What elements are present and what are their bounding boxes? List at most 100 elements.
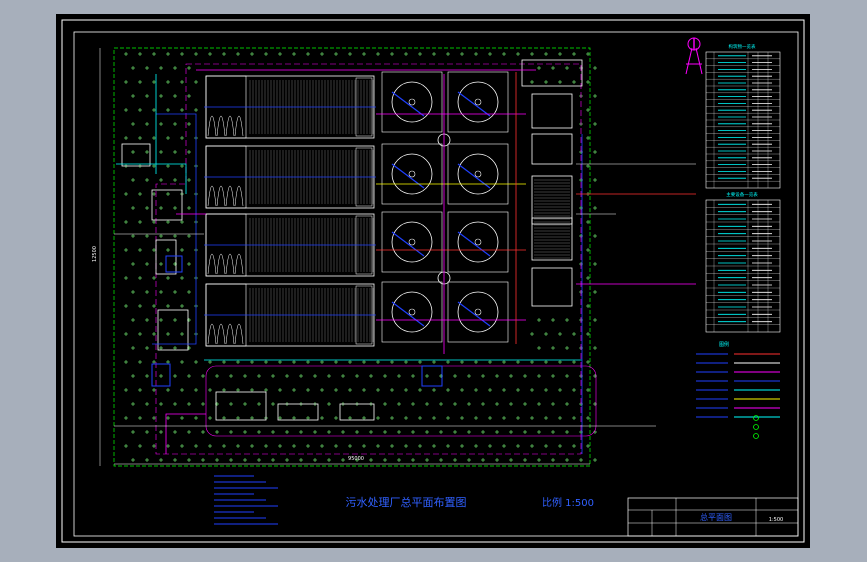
tree-icon (180, 248, 184, 252)
tree-icon (537, 318, 541, 322)
dimension-lines: 95000 12500 (92, 48, 590, 466)
drawing-canvas[interactable]: 95000 12500 构筑物一览表 主要设备一览表 图例 污水处理厂总平面布置… (56, 14, 810, 548)
tree-icon (467, 458, 471, 462)
tree-icon (586, 80, 590, 84)
tree-icon (159, 318, 163, 322)
tree-icon (145, 66, 149, 70)
tree-icon (138, 136, 142, 140)
tree-icon (166, 304, 170, 308)
tree-icon (145, 234, 149, 238)
tree-icon (572, 360, 576, 364)
tree-icon (152, 220, 156, 224)
tree-icon (166, 360, 170, 364)
tree-icon (530, 80, 534, 84)
tree-icon (516, 444, 520, 448)
tree-icon (201, 402, 205, 406)
tree-icon (173, 402, 177, 406)
tree-icon (243, 430, 247, 434)
tree-icon (446, 416, 450, 420)
tree-icon (145, 374, 149, 378)
tree-icon (593, 150, 597, 154)
tree-icon (593, 374, 597, 378)
tree-icon (390, 416, 394, 420)
tree-icon (432, 416, 436, 420)
tree-icon (194, 444, 198, 448)
tree-icon (544, 80, 548, 84)
tree-icon (278, 52, 282, 56)
tree-icon (173, 94, 177, 98)
pipe-line (116, 163, 187, 194)
tree-icon (152, 80, 156, 84)
tree-icon (124, 276, 128, 280)
tree-icon (362, 360, 366, 364)
tree-icon (369, 374, 373, 378)
tree-icon (348, 388, 352, 392)
tree-icon (467, 374, 471, 378)
tree-icon (383, 458, 387, 462)
outer-border (61, 19, 805, 543)
tree-icon (180, 444, 184, 448)
sludge-dewatering-buildings (521, 59, 583, 307)
tree-icon (558, 332, 562, 336)
tree-icon (516, 388, 520, 392)
cad-viewport[interactable]: 95000 12500 构筑物一览表 主要设备一览表 图例 污水处理厂总平面布置… (0, 0, 867, 562)
tree-icon (152, 136, 156, 140)
tree-icon (572, 80, 576, 84)
tree-icon (250, 52, 254, 56)
tree-icon (229, 458, 233, 462)
tree-icon (446, 52, 450, 56)
tree-icon (180, 108, 184, 112)
tree-icon (537, 66, 541, 70)
tree-icon (572, 444, 576, 448)
tree-icon (348, 444, 352, 448)
tree-icon (159, 374, 163, 378)
equipment-table: 主要设备一览表 (705, 191, 781, 333)
table1-title: 构筑物一览表 (729, 43, 756, 50)
tree-icon (159, 290, 163, 294)
tree-icon (432, 52, 436, 56)
tree-icon (250, 444, 254, 448)
tree-icon (348, 52, 352, 56)
tree-icon (502, 360, 506, 364)
tree-icon (145, 122, 149, 126)
tree-icon (138, 304, 142, 308)
tree-icon (145, 430, 149, 434)
tree-icon (166, 108, 170, 112)
structure-table: 构筑物一览表 (705, 43, 781, 189)
tree-icon (418, 388, 422, 392)
tree-icon (313, 430, 317, 434)
clarifier (447, 143, 509, 205)
tree-icon (292, 52, 296, 56)
tree-icon (439, 402, 443, 406)
tree-icon (271, 374, 275, 378)
tree-icon (236, 416, 240, 420)
title-block-name: 总平面图 (700, 512, 732, 522)
tree-icon (187, 458, 191, 462)
tree-icon (278, 416, 282, 420)
tree-icon (320, 388, 324, 392)
tree-icon (166, 332, 170, 336)
tree-icon (390, 52, 394, 56)
tree-icon (292, 360, 296, 364)
tree-icon (460, 388, 464, 392)
tree-icon (565, 318, 569, 322)
tree-icon (208, 388, 212, 392)
tree-icon (180, 388, 184, 392)
tree-icon (173, 234, 177, 238)
secondary-clarifiers (381, 71, 509, 343)
tree-icon (488, 360, 492, 364)
tree-icon (159, 346, 163, 350)
tree-icon (544, 388, 548, 392)
tree-icon (250, 388, 254, 392)
tree-icon (152, 108, 156, 112)
tree-icon (565, 374, 569, 378)
tree-icon (544, 416, 548, 420)
tree-icon (593, 262, 597, 266)
tree-icon (180, 360, 184, 364)
tree-icon (138, 248, 142, 252)
tree-icon (124, 80, 128, 84)
tree-icon (404, 444, 408, 448)
tree-icon (572, 416, 576, 420)
tree-icon (544, 444, 548, 448)
tree-icon (425, 458, 429, 462)
